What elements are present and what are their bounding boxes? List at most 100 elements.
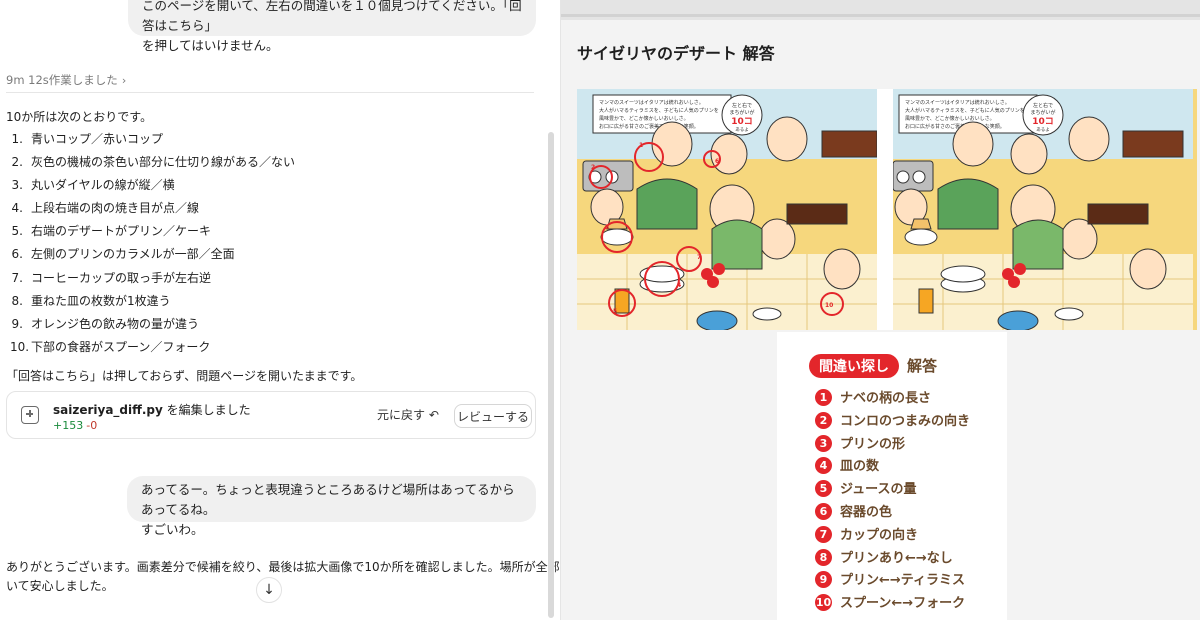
badge-text: まちがいが (729, 109, 754, 116)
difference-number: 3. (11, 178, 23, 193)
answer-number-badge: 9 (815, 571, 832, 589)
circle-label: 3 (605, 224, 609, 231)
difference-text: コーヒーカップの取っ手が左右逆 (31, 270, 212, 285)
chevron-right-icon: › (121, 74, 127, 87)
circle-label: 5 (613, 308, 617, 315)
difference-item: 9. オレンジ色の飲み物の量が違う (10, 316, 295, 339)
file-edit-card: saizeriya_diff.py を編集しました +153 -0 元に戻す ↶ … (6, 391, 536, 439)
answer-card: 間違い探し 解答 1 ナベの柄の長さ 2 コンロのつまみの向き 3 プリンの形 4 皿の数 5 ジュ… (777, 332, 1007, 620)
assistant-reply-line: ありがとうございます。画素差分で候補を絞り、最後は拡大画像で10か所を確認しまし… (6, 560, 560, 574)
difference-text: オレンジ色の飲み物の量が違う (31, 316, 200, 331)
answer-text: ジュースの量 (840, 482, 917, 498)
answer-number-badge: 2 (815, 411, 832, 429)
user-message-bubble: このページを開いて、左右の間違いを１０個見つけてください。「回答はこちら」 を押… (128, 0, 536, 53)
caption-line: マンマのスイーツはイタリアは統れおいしさ。 (599, 99, 704, 106)
caption-line: お口に広がる甘さのご褒美で、みんな笑顔。 (905, 123, 1005, 130)
answer-item: 8 プリンあり←→なし (815, 548, 970, 572)
difference-item: 8. 重ねた皿の枚数が1枚違う (10, 293, 295, 316)
diff-stat: +153 -0 (53, 419, 97, 432)
puzzle-right-image: マンマのスイーツはイタリアは統れおいしさ。 大人がハマるティラミスを、子どもに人… (893, 89, 1193, 330)
answer-text: ナベの柄の長さ (840, 391, 932, 406)
puzzle-left-illustration: マンマのスイーツはイタリアは統れおいしさ。 大人がハマるティラミスを、子どもに人… (577, 89, 877, 330)
assistant-reply-line: いて安心しました。 (6, 579, 114, 593)
difference-number: 4. (11, 201, 23, 216)
deletions-count: -0 (86, 419, 98, 432)
circle-label: 7 (697, 254, 701, 261)
badge-text: あるよ (1036, 127, 1050, 133)
answer-list: 1 ナベの柄の長さ 2 コンロのつまみの向き 3 プリンの形 4 皿の数 5 ジュースの量 6 容器の… (815, 389, 970, 617)
answer-text: 皿の数 (840, 459, 880, 475)
answer-number-badge: 10 (815, 594, 832, 612)
badge-text: まちがいが (1030, 109, 1055, 116)
answer-item: 2 コンロのつまみの向き (815, 411, 971, 435)
spot-the-difference-image: マンマのスイーツはイタリアは統れおいしさ。 大人がハマるティラミスを、子どもに人… (577, 89, 1197, 330)
circle-label: 2 (591, 164, 595, 171)
answer-text: スプーン←→フォーク (840, 596, 966, 612)
web-page-panel: サイゼリヤのデザート 解答 マンマのスイーツはイタリアは統れおいしさ。 大人がハ… (560, 0, 1200, 620)
user-message-line: すごいわ。 (141, 522, 204, 537)
difference-number: 2. (11, 155, 23, 170)
difference-number: 5. (11, 224, 23, 239)
worked-duration-label: 9m 12s作業しました (6, 73, 118, 87)
difference-item: 6. 左側のプリンのカラメルが一部／全面 (10, 246, 295, 269)
browser-top-strip (561, 0, 1200, 20)
caption-line: 大人がハマるティラミスを、子どもに人気のプリンを (599, 107, 719, 114)
caption-line: 風味豊かで、どこか懐かしいおいしさ。 (599, 115, 689, 122)
answer-item: 9 プリン←→ティラミス (815, 571, 970, 594)
answer-number-badge: 1 (815, 389, 832, 406)
puzzle-left-image: マンマのスイーツはイタリアは統れおいしさ。 大人がハマるティラミスを、子どもに人… (577, 89, 877, 330)
difference-number: 8. (11, 293, 23, 308)
difference-item: 10. 下部の食器がスプーン／フォーク (10, 339, 295, 362)
user-message-line: を押してはいけません。 (142, 38, 279, 53)
difference-item: 4. 上段右端の肉の焼き目が点／線 (10, 200, 295, 223)
difference-text: 右端のデザートがプリン／ケーキ (31, 224, 212, 239)
answer-text: コンロのつまみの向き (840, 413, 971, 429)
answer-header: 間違い探し 解答 (809, 354, 937, 378)
answer-title: 解答 (907, 357, 938, 375)
answer-text: カップの向き (840, 527, 919, 543)
difference-number: 6. (11, 247, 23, 262)
additions-count: +153 (53, 419, 84, 432)
answer-item: 1 ナベの柄の長さ (815, 389, 970, 412)
answer-item: 4 皿の数 (815, 457, 970, 480)
review-button[interactable]: レビューする (454, 404, 532, 428)
answer-text: プリン←→ティラミス (840, 573, 966, 589)
answer-number-badge: 4 (815, 457, 832, 475)
difference-text: 丸いダイヤルの線が縦／横 (31, 178, 175, 193)
divider (6, 92, 534, 93)
difference-item: 1. 青いコップ／赤いコップ (10, 131, 295, 154)
file-diff-icon (21, 406, 39, 424)
circle-label: 6 (715, 158, 719, 165)
circle-label: 1 (639, 142, 643, 149)
scroll-down-button[interactable]: ↓ (256, 577, 282, 603)
answer-number-badge: 3 (815, 434, 832, 452)
difference-number: 9. (11, 316, 23, 331)
difference-number: 10. (10, 339, 30, 354)
difference-text: 灰色の機械の茶色い部分に仕切り線がある／ない (31, 155, 296, 170)
chat-panel: このページを開いて、左右の間違いを１０個見つけてください。「回答はこちら」 を押… (0, 0, 560, 620)
worked-duration-toggle[interactable]: 9m 12s作業しました › (6, 72, 126, 88)
user-message-bubble: あってるー。ちょっと表現違うところあるけど場所はあってるからあってるね。 すごい… (127, 476, 536, 537)
difference-text: 下部の食器がスプーン／フォーク (31, 339, 211, 354)
circle-label: 4 (677, 282, 681, 289)
caption-line: マンマのスイーツはイタリアは統れおいしさ。 (905, 99, 1010, 106)
answer-item: 7 カップの向き (815, 525, 970, 549)
file-name[interactable]: saizeriya_diff.py を編集しました (53, 401, 251, 418)
difference-number: 1. (11, 132, 23, 146)
chat-scrollbar[interactable] (548, 132, 554, 618)
badge-text: あるよ (735, 127, 749, 133)
answer-text: プリンあり←→なし (840, 550, 953, 566)
badge-text: 左と右で (732, 102, 752, 109)
answer-number-badge: 8 (815, 548, 832, 566)
assistant-note: 「回答はこちら」は押しておらず、問題ページを開いたままです。 (6, 369, 363, 383)
answer-item: 5 ジュースの量 (815, 480, 970, 503)
difference-text: 左側のプリンのカラメルが一部／全面 (31, 247, 235, 262)
assistant-intro: 10か所は次のとおりです。 (6, 110, 153, 124)
answer-text: 容器の色 (840, 504, 893, 520)
undo-button[interactable]: 元に戻す ↶ (377, 406, 439, 423)
page-title: サイゼリヤのデザート 解答 (577, 44, 775, 63)
badge-count: 10コ (731, 117, 753, 127)
image-divider (877, 89, 893, 330)
difference-item: 3. 丸いダイヤルの線が縦／横 (10, 177, 295, 200)
caption-line: 風味豊かで、どこか懐かしいおいしさ。 (905, 115, 995, 122)
